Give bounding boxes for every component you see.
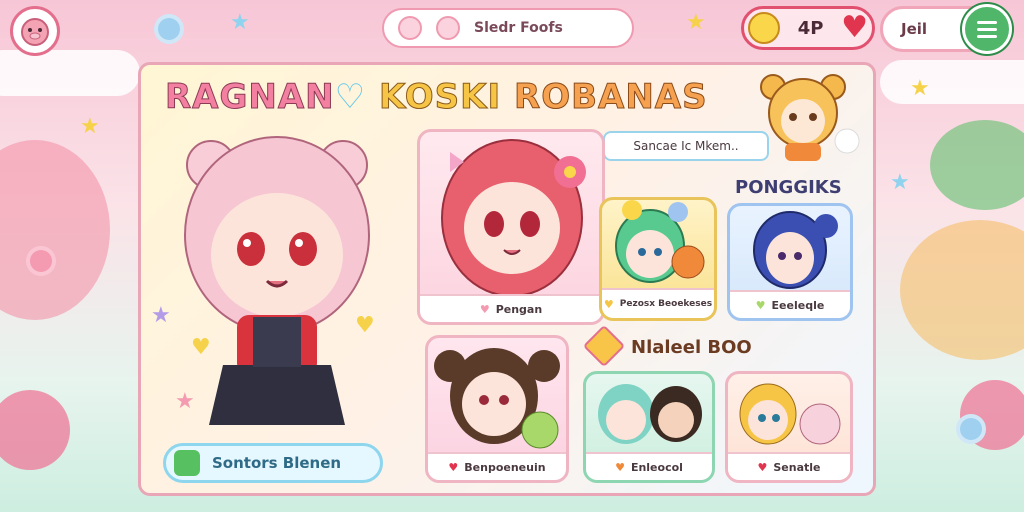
play-icon xyxy=(174,450,200,476)
cloud-decor xyxy=(880,60,1024,104)
page-title: RAGNAN♡ KOSKI ROBANAS xyxy=(165,77,708,118)
star-icon: ★ xyxy=(151,303,171,328)
card-label-text: Senatle xyxy=(773,460,821,474)
title-part: ROBANAS xyxy=(514,77,708,118)
rose-decor xyxy=(0,390,70,470)
heart-icon: ♥ xyxy=(603,297,614,311)
star-icon: ★ xyxy=(80,114,100,139)
section-title: PONGGIKS xyxy=(735,177,842,198)
title-part: RAGNAN xyxy=(165,77,335,118)
character-portrait xyxy=(753,211,838,289)
card-label: ♥ Senatle xyxy=(728,452,850,480)
flower-icon xyxy=(960,418,982,440)
title-heart: ♡ xyxy=(334,77,367,117)
character-card[interactable]: ♥ Senatle xyxy=(725,371,853,483)
character-card[interactable]: ♥ Pengan xyxy=(417,129,605,325)
character-portrait xyxy=(739,383,841,445)
heart-icon: ♥ xyxy=(615,460,625,474)
card-label-text: Enleocol xyxy=(630,460,683,474)
character-card[interactable]: ♥ Benpoeneuin xyxy=(425,335,569,483)
heart-icon: ♥ xyxy=(755,298,766,312)
star-icon: ★ xyxy=(230,10,250,35)
heart-icon[interactable]: ♥ xyxy=(841,13,868,43)
flower-icon xyxy=(30,250,52,272)
card-label: ♥ Benpoeneuin xyxy=(428,452,566,480)
user-name: Jeil xyxy=(901,20,928,38)
pig-avatar-icon xyxy=(21,18,49,46)
character-portrait xyxy=(598,384,702,444)
heart-icon: ♥ xyxy=(448,460,459,474)
heart-icon: ♥ xyxy=(479,302,490,316)
mushroom-decor xyxy=(900,220,1024,360)
flower-icon xyxy=(158,18,180,40)
subtitle-text: Sancae Ic Mkem.. xyxy=(633,139,739,153)
title-part: KOSKI xyxy=(378,77,502,118)
filter-icon[interactable] xyxy=(436,16,460,40)
heart-icon: ♥ xyxy=(757,460,768,474)
card-label-text: Benpoeneuin xyxy=(464,460,546,474)
character-card[interactable]: ♥ Eeeleqle xyxy=(727,203,853,321)
card-label-text: Pezosx Beoekeses xyxy=(619,299,713,309)
search-toggle-icon[interactable] xyxy=(398,16,422,40)
character-card[interactable]: ♥ Pezosx Beoekeses xyxy=(599,197,717,321)
search-text: Sledr Foofs xyxy=(474,20,563,36)
subtitle-box: Sancae Ic Mkem.. xyxy=(603,131,769,161)
currency-value: 4P xyxy=(797,17,824,39)
star-icon: ★ xyxy=(686,10,706,35)
character-portrait xyxy=(441,139,586,297)
coin-icon xyxy=(748,12,780,44)
card-label: ♥ Pezosx Beoekeses xyxy=(602,288,714,318)
badge-icon xyxy=(582,324,626,368)
main-panel: RAGNAN♡ KOSKI ROBANAS Sancae Ic Mkem.. ♥… xyxy=(138,62,876,496)
character-card[interactable]: ♥ Enleocol xyxy=(583,371,715,483)
card-label: ♥ Enleocol xyxy=(586,452,712,480)
hamburger-menu-icon xyxy=(977,20,997,24)
search-bar[interactable]: Sledr Foofs xyxy=(382,8,634,48)
menu-button[interactable] xyxy=(962,4,1012,54)
heart-sticker-icon: ♥ xyxy=(355,313,375,338)
star-icon: ★ xyxy=(175,389,195,414)
card-label: ♥ Pengan xyxy=(420,294,602,322)
currency-display[interactable]: 4P ♥ xyxy=(741,6,875,50)
start-button[interactable]: Sontors Blenen xyxy=(163,443,383,483)
heart-sticker-icon: ♥ xyxy=(191,335,211,360)
card-label-text: Pengan xyxy=(495,302,543,316)
star-icon: ★ xyxy=(890,170,910,195)
card-label: ♥ Eeeleqle xyxy=(730,290,850,318)
section-title: Nlaleel BOO xyxy=(631,337,752,358)
star-icon: ★ xyxy=(910,76,930,101)
cloud-decor xyxy=(0,50,140,96)
start-button-label: Sontors Blenen xyxy=(212,454,342,472)
mushroom-decor xyxy=(0,140,110,320)
character-portrait xyxy=(615,200,705,283)
card-label-text: Eeeleqle xyxy=(771,298,825,312)
leaf-decor xyxy=(930,120,1024,210)
profile-avatar-button[interactable] xyxy=(10,6,60,56)
main-character-portrait[interactable] xyxy=(163,125,391,435)
character-portrait xyxy=(434,348,560,449)
